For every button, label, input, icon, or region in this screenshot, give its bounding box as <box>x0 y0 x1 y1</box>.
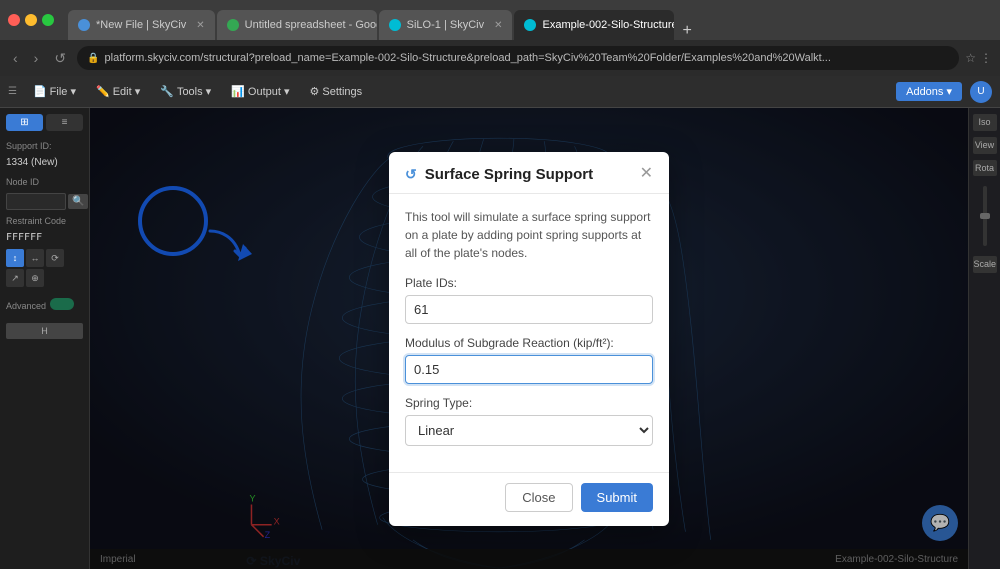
tab-close-1[interactable]: ✕ <box>196 20 204 31</box>
address-bar-row: ‹ › ↺ 🔒 platform.skyciv.com/structural?p… <box>0 40 1000 76</box>
address-text: platform.skyciv.com/structural?preload_n… <box>105 52 831 64</box>
forward-button[interactable]: › <box>29 48 44 68</box>
address-bar[interactable]: 🔒 platform.skyciv.com/structural?preload… <box>77 46 959 70</box>
edit-menu-button[interactable]: ✏️ Edit ▾ <box>88 82 148 101</box>
tab-label-3: SiLO-1 | SkyCiv <box>407 19 484 31</box>
bookmark-icon[interactable]: ☆ <box>965 51 976 65</box>
restraint-icon-4[interactable]: ↗ <box>6 269 24 287</box>
left-sidebar: ⊞ ≡ Support ID: 1334 (New) Node ID 🔍 Res… <box>0 108 90 569</box>
node-search-button[interactable]: 🔍 <box>68 194 88 209</box>
app-toolbar: ☰ 📄 File ▾ ✏️ Edit ▾ 🔧 Tools ▾ 📊 Output … <box>0 76 1000 108</box>
surface-spring-support-modal: ↺ Surface Spring Support ✕ This tool wil… <box>389 152 669 526</box>
node-id-input[interactable] <box>6 193 66 210</box>
tab-close-3[interactable]: ✕ <box>494 20 502 31</box>
modulus-label: Modulus of Subgrade Reaction (kip/ft²): <box>405 336 653 350</box>
support-id-label: Support ID: <box>6 141 83 151</box>
modulus-input[interactable] <box>405 355 653 384</box>
restraint-icon-5[interactable]: ⊕ <box>26 269 44 287</box>
restraint-icon-1[interactable]: ↕ <box>6 249 24 267</box>
tab-icon-4 <box>524 19 536 31</box>
addons-button[interactable]: Addons ▾ <box>896 82 962 101</box>
node-id-row: Node ID <box>6 174 83 187</box>
browser-tab-4-active[interactable]: Example-002-Silo-Structure |... ✕ <box>514 10 674 40</box>
user-avatar[interactable]: U <box>970 81 992 103</box>
output-icon: 📊 <box>231 85 245 98</box>
scale-button[interactable]: Scale <box>973 256 997 273</box>
browser-chrome: *New File | SkyCiv ✕ Untitled spreadshee… <box>0 0 1000 40</box>
modal-description: This tool will simulate a surface spring… <box>405 208 653 262</box>
file-icon: 📄 <box>33 85 47 98</box>
main-area: ⊞ ≡ Support ID: 1334 (New) Node ID 🔍 Res… <box>0 108 1000 569</box>
tab-label-1: *New File | SkyCiv <box>96 19 186 31</box>
restraint-icons-row: ↕ ↔ ⟳ ↗ ⊕ <box>6 249 83 287</box>
settings-menu-button[interactable]: ⚙ Settings <box>302 82 371 101</box>
browser-actions: ☆ ⋮ <box>965 51 992 65</box>
file-menu-button[interactable]: 📄 File ▾ <box>25 82 84 101</box>
modal-title: ↺ Surface Spring Support <box>405 166 593 183</box>
sidebar-view-toggles: ⊞ ≡ <box>6 114 83 131</box>
modal-body: This tool will simulate a surface spring… <box>389 194 669 472</box>
tab-icon-1 <box>78 19 90 31</box>
zoom-slider-track <box>983 186 987 246</box>
canvas-area: X Y Z ⟳ SkyCiv ↺ Surface Spring Support … <box>90 108 968 569</box>
plate-ids-field: Plate IDs: <box>405 276 653 324</box>
tab-label-4: Example-002-Silo-Structure |... <box>542 19 674 31</box>
rotate-button[interactable]: Rota <box>973 160 997 177</box>
spring-type-field: Spring Type: Linear Compression Only Ten… <box>405 396 653 446</box>
iso-view-button[interactable]: Iso <box>973 114 997 131</box>
maximize-window-button[interactable] <box>42 14 54 26</box>
modal-header: ↺ Surface Spring Support ✕ <box>389 152 669 194</box>
advanced-row: Advanced <box>6 297 83 311</box>
node-id-input-row[interactable]: 🔍 <box>6 193 83 210</box>
back-button[interactable]: ‹ <box>8 48 23 68</box>
plate-ids-label: Plate IDs: <box>405 276 653 290</box>
window-controls <box>8 14 54 26</box>
modal-title-text: Surface Spring Support <box>425 166 593 183</box>
browser-tab-1[interactable]: *New File | SkyCiv ✕ <box>68 10 215 40</box>
sidebar-toggle-grid[interactable]: ⊞ <box>6 114 43 131</box>
extensions-icon[interactable]: ⋮ <box>980 51 992 65</box>
view-button[interactable]: View <box>973 137 997 154</box>
zoom-slider-thumb[interactable] <box>980 213 990 219</box>
node-id-label: Node ID <box>6 177 39 187</box>
modulus-field: Modulus of Subgrade Reaction (kip/ft²): <box>405 336 653 384</box>
modal-title-icon: ↺ <box>405 166 417 183</box>
help-button[interactable]: H <box>6 323 83 339</box>
tab-icon-2 <box>227 19 239 31</box>
edit-icon: ✏️ <box>96 85 110 98</box>
output-menu-button[interactable]: 📊 Output ▾ <box>223 82 297 101</box>
submit-button[interactable]: Submit <box>581 483 653 512</box>
tools-icon: 🔧 <box>160 85 174 98</box>
modal-overlay: ↺ Surface Spring Support ✕ This tool wil… <box>90 108 968 569</box>
app-logo-text: ☰ <box>8 86 17 97</box>
tab-icon-3 <box>389 19 401 31</box>
sidebar-toggle-list[interactable]: ≡ <box>46 114 83 131</box>
settings-icon: ⚙ <box>310 85 320 98</box>
new-tab-button[interactable]: + <box>676 22 697 40</box>
restraint-icon-3[interactable]: ⟳ <box>46 249 64 267</box>
lock-icon: 🔒 <box>87 53 99 64</box>
restraint-code-value: FFFFFF <box>6 232 83 243</box>
minimize-window-button[interactable] <box>25 14 37 26</box>
advanced-label: Advanced <box>6 301 46 311</box>
browser-tab-3[interactable]: SiLO-1 | SkyCiv ✕ <box>379 10 513 40</box>
close-button[interactable]: Close <box>505 483 572 512</box>
tools-menu-button[interactable]: 🔧 Tools ▾ <box>152 82 219 101</box>
tab-label-2: Untitled spreadsheet - Google ... <box>245 19 377 31</box>
modal-close-x-button[interactable]: ✕ <box>640 166 653 182</box>
modal-footer: Close Submit <box>389 472 669 526</box>
restraint-code-label: Restraint Code <box>6 216 83 226</box>
spring-type-select[interactable]: Linear Compression Only Tension Only <box>405 415 653 446</box>
browser-tabs: *New File | SkyCiv ✕ Untitled spreadshee… <box>68 0 698 40</box>
browser-tab-2[interactable]: Untitled spreadsheet - Google ... ✕ <box>217 10 377 40</box>
close-window-button[interactable] <box>8 14 20 26</box>
advanced-toggle[interactable] <box>50 298 74 310</box>
right-toolbar: Iso View Rota Scale <box>968 108 1000 569</box>
refresh-button[interactable]: ↺ <box>49 48 71 69</box>
plate-ids-input[interactable] <box>405 295 653 324</box>
support-id-value: 1334 (New) <box>6 157 83 168</box>
restraint-icon-2[interactable]: ↔ <box>26 249 44 267</box>
spring-type-label: Spring Type: <box>405 396 653 410</box>
